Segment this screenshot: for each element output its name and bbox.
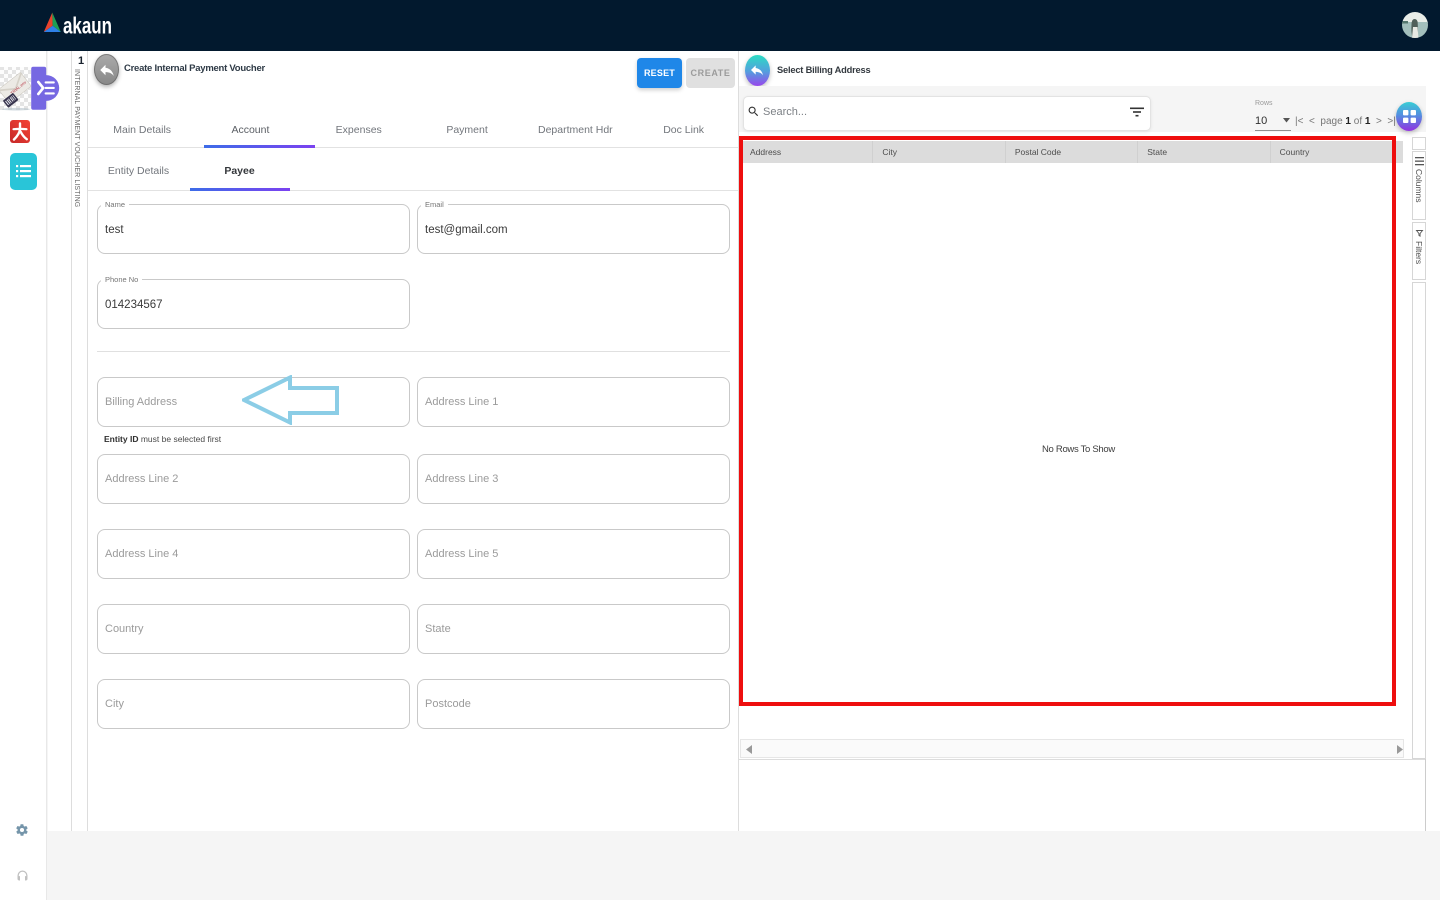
svg-text:akaun: akaun	[63, 13, 112, 39]
